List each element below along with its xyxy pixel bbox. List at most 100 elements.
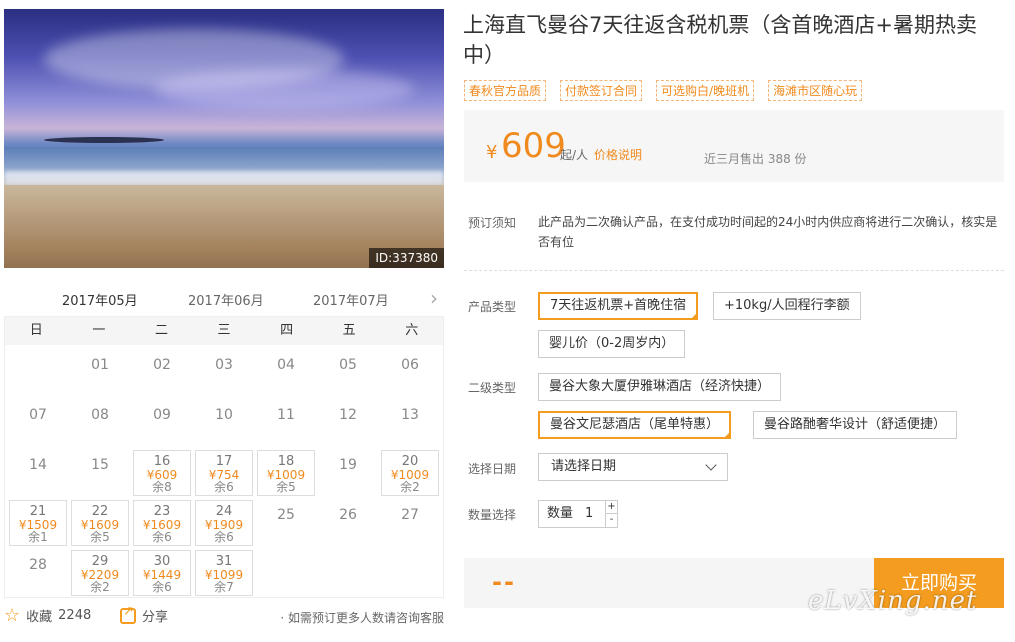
day-number: 06 [401, 357, 419, 373]
feature-tag: 春秋官方品质 [464, 80, 547, 101]
calendar-day: 14 [9, 450, 67, 496]
date-select[interactable]: 请选择日期 [538, 453, 728, 481]
calendar-day[interactable]: 16 ¥609 余8 [133, 450, 191, 496]
day-number: 26 [339, 507, 357, 523]
chevron-right-icon[interactable]: › [430, 286, 438, 310]
day-number: 30 [153, 554, 171, 569]
calendar-day: 09 [133, 400, 191, 446]
calendar-day[interactable]: 18 ¥1009 余5 [257, 450, 315, 496]
calendar-day[interactable]: 20 ¥1009 余2 [381, 450, 439, 496]
divider [464, 270, 1004, 271]
image-id-badge: ID:337380 [369, 248, 444, 268]
feature-tag: 付款签订合同 [560, 80, 643, 101]
calendar-day[interactable]: 31 ¥1099 余7 [195, 550, 253, 596]
notice-label: 预订须知 [468, 216, 517, 230]
weekday: 一 [92, 323, 106, 338]
calendar-day[interactable]: 29 ¥2209 余2 [71, 550, 129, 596]
day-stock: 余6 [214, 480, 234, 494]
calendar-day[interactable]: 21 ¥1509 余1 [9, 500, 67, 546]
share-label: 分享 [142, 610, 169, 625]
weekday: 四 [280, 323, 294, 338]
day-number: 02 [153, 357, 171, 373]
calendar-day: 11 [257, 400, 315, 446]
calendar-day: 26 [319, 500, 377, 546]
day-number: 14 [29, 457, 47, 473]
quantity-increase-button[interactable]: + [605, 501, 617, 514]
weekday: 二 [154, 323, 168, 338]
day-number: 05 [339, 357, 357, 373]
hero-image: ID:337380 [4, 9, 444, 268]
day-stock: 余6 [152, 580, 172, 594]
page-title: 上海直飞曼谷7天往返含税机票（含首晚酒店+暑期热卖中） [463, 13, 977, 67]
day-number: 20 [401, 454, 419, 469]
product-type-option[interactable]: 婴儿价（0-2周岁内） [538, 330, 686, 358]
price-explain-link[interactable]: 价格说明 [594, 146, 642, 163]
quantity-decrease-button[interactable]: - [605, 514, 617, 527]
calendar-day[interactable]: 30 ¥1449 余6 [133, 550, 191, 596]
day-number: 11 [277, 407, 295, 423]
day-number: 16 [153, 454, 171, 469]
calendar-day[interactable]: 17 ¥754 余6 [195, 450, 253, 496]
notice-text: 此产品为二次确认产品，在支付成功时间起的24小时内供应商将进行二次确认，核实是否… [538, 215, 998, 249]
day-number: 23 [153, 504, 171, 519]
subtype-option[interactable]: 曼谷文尼瑟酒店（尾单特惠） [538, 411, 732, 439]
day-number: 22 [91, 504, 109, 519]
day-number: 27 [401, 507, 419, 523]
day-number: 10 [215, 407, 233, 423]
day-stock: 余5 [90, 530, 110, 544]
day-stock: 余2 [90, 580, 110, 594]
calendar-day: 05 [319, 350, 377, 396]
price-unit: 起/人 [560, 148, 589, 162]
day-number: 01 [91, 357, 109, 373]
favorite-count: 2248 [58, 608, 92, 623]
tab-month-3[interactable]: 2017年07月 [307, 282, 395, 317]
share-button[interactable]: 分享 [120, 604, 169, 625]
calendar-day: 04 [257, 350, 315, 396]
feature-tags: 春秋官方品质 付款签订合同 可选购白/晚班机 海滩市区随心玩 [464, 80, 863, 101]
day-stock: 余6 [214, 530, 234, 544]
subtype-option[interactable]: 曼谷大象大厦伊雅琳酒店（经济快捷） [538, 373, 782, 401]
day-number: 31 [215, 554, 233, 569]
favorite-button[interactable]: ☆ 收藏 2248 [4, 606, 91, 625]
calendar-day: 13 [381, 400, 439, 446]
tab-month-2[interactable]: 2017年06月 [182, 282, 270, 317]
day-stock: 余8 [152, 480, 172, 494]
day-stock: 余2 [400, 480, 420, 494]
tab-month-1[interactable]: 2017年05月 [56, 282, 144, 320]
quantity-inner-label: 数量 [547, 506, 574, 521]
day-stock: 余7 [214, 580, 234, 594]
calendar-day[interactable]: 22 ¥1609 余5 [71, 500, 129, 546]
favorite-label: 收藏 [26, 610, 53, 625]
consult-note: · 如需预订更多人数请咨询客服 [280, 611, 444, 625]
weekday: 三 [217, 323, 231, 338]
day-number: 18 [277, 454, 295, 469]
wave-foam [4, 171, 444, 185]
product-type-option[interactable]: 7天往返机票+首晚住宿 [538, 292, 699, 320]
sales-count: 近三月售出 388 份 [704, 152, 807, 166]
chevron-down-icon [705, 459, 717, 471]
calendar-day: 07 [9, 400, 67, 446]
price-value: 609 [501, 126, 566, 166]
day-number: 15 [91, 457, 109, 473]
day-number: 19 [339, 457, 357, 473]
date-label: 选择日期 [468, 462, 517, 476]
quantity-input[interactable]: 1 [585, 501, 593, 527]
weekday: 五 [342, 323, 356, 338]
quantity-label: 数量选择 [468, 508, 517, 522]
star-icon: ☆ [4, 604, 21, 626]
date-select-value: 请选择日期 [551, 459, 617, 474]
share-icon [120, 604, 136, 624]
currency-symbol: ¥ [486, 142, 498, 163]
day-number: 09 [153, 407, 171, 423]
calendar-day: 15 [71, 450, 129, 496]
subtype-option[interactable]: 曼谷路酏奢华设计（舒适便捷） [753, 411, 958, 439]
day-number: 29 [91, 554, 109, 569]
action-row: ☆ 收藏 2248 分享 · 如需预订更多人数请咨询客服 [4, 604, 444, 628]
calendar-day[interactable]: 23 ¥1609 余6 [133, 500, 191, 546]
calendar-day[interactable]: 24 ¥1909 余6 [195, 500, 253, 546]
day-number: 25 [277, 507, 295, 523]
calendar-day: 25 [257, 500, 315, 546]
quantity-stepper: 数量 1 + - [538, 500, 618, 528]
product-type-option[interactable]: +10kg/人回程行李额 [713, 292, 861, 320]
feature-tag: 海滩市区随心玩 [768, 80, 863, 101]
